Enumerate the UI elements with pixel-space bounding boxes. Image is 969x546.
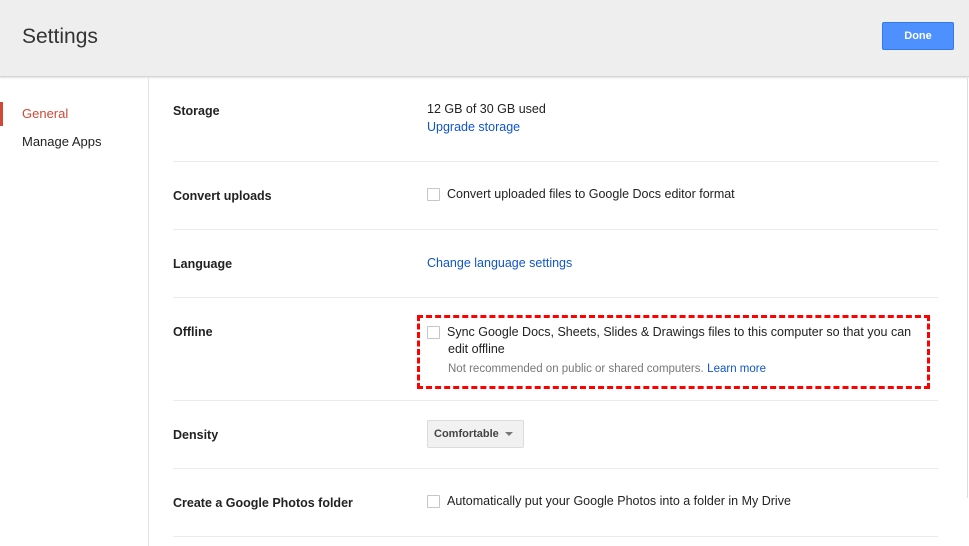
scrollbar[interactable] xyxy=(967,78,968,498)
density-select[interactable]: Comfortable xyxy=(427,420,524,448)
convert-checkbox-label[interactable]: Convert uploaded files to Google Docs ed… xyxy=(447,187,735,201)
density-label: Density xyxy=(173,428,219,442)
convert-checkbox[interactable] xyxy=(427,188,440,202)
language-row: Language Change language settings xyxy=(173,230,938,298)
change-language-link[interactable]: Change language settings xyxy=(427,256,572,270)
photos-label: Create a Google Photos folder xyxy=(173,496,353,510)
photos-checkbox[interactable] xyxy=(427,495,440,509)
density-selected: Comfortable xyxy=(434,428,499,440)
convert-label: Convert uploads xyxy=(173,189,272,203)
language-label: Language xyxy=(173,257,233,271)
storage-row: Storage 12 GB of 30 GB used Upgrade stor… xyxy=(173,78,938,162)
highlight-box xyxy=(417,315,930,389)
density-row: Density Comfortable xyxy=(173,401,938,469)
sidebar: General Manage Apps xyxy=(0,78,149,546)
storage-usage: 12 GB of 30 GB used xyxy=(427,102,546,116)
photos-row: Create a Google Photos folder Automatica… xyxy=(173,469,938,537)
done-button[interactable]: Done xyxy=(882,22,954,50)
offline-label: Offline xyxy=(173,325,213,339)
page-title: Settings xyxy=(22,25,98,48)
storage-label: Storage xyxy=(173,104,220,118)
photos-checkbox-label[interactable]: Automatically put your Google Photos int… xyxy=(447,494,791,508)
sidebar-item-general[interactable]: General xyxy=(0,102,148,126)
upgrade-storage-link[interactable]: Upgrade storage xyxy=(427,120,520,134)
chevron-down-icon xyxy=(504,432,513,437)
convert-row: Convert uploads Convert uploaded files t… xyxy=(173,162,938,230)
sidebar-item-manage-apps[interactable]: Manage Apps xyxy=(0,130,148,154)
header: Settings Done xyxy=(0,0,969,77)
